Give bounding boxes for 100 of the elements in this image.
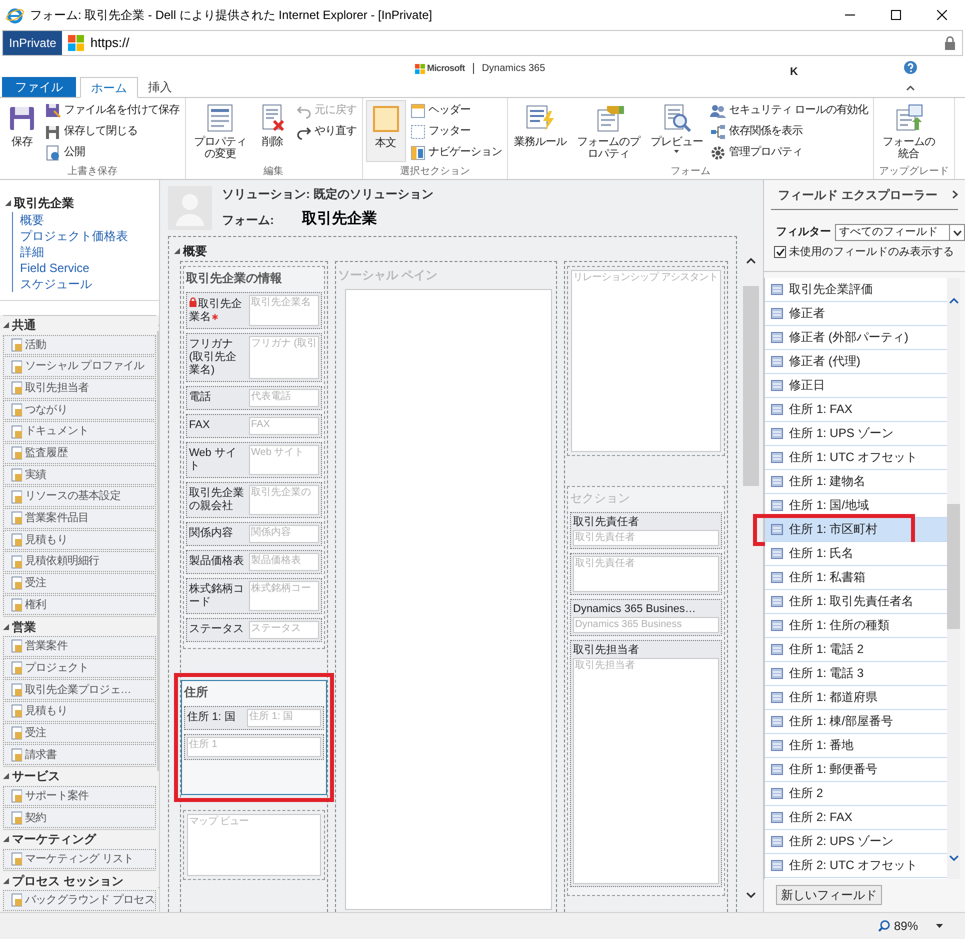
nav-item[interactable]: つながり <box>3 400 156 420</box>
ribbon-button[interactable]: 業務ルール <box>511 100 570 162</box>
field-list-item[interactable]: 住所 1: UTC オフセット <box>765 446 947 470</box>
address-field[interactable]: https:// <box>90 33 130 53</box>
nav-link[interactable]: プロジェクト価格表 <box>20 228 159 244</box>
nav-item[interactable]: 取引先担当者 <box>3 378 156 399</box>
new-field-button[interactable]: 新しいフィールド <box>776 884 882 904</box>
field-list-item[interactable]: 住所 1: UPS ゾーン <box>765 422 947 446</box>
expand-icon[interactable] <box>174 248 180 254</box>
ribbon-button[interactable]: ファイル名を付けて保存 <box>43 100 182 121</box>
ribbon-button[interactable]: やり直す <box>294 121 358 142</box>
nav-item[interactable]: 見積依頼明細行 <box>3 551 156 572</box>
field-list-item[interactable]: 住所 1: 棟/部屋番号 <box>765 710 947 734</box>
nav-item[interactable]: 取引先企業プロジェ… <box>3 679 156 700</box>
ribbon-button[interactable]: ヘッダー <box>408 100 504 121</box>
nav-item[interactable]: ドキュメント <box>3 421 156 442</box>
nav-link[interactable]: Field Service <box>20 260 159 276</box>
nav-item[interactable]: 見積もり <box>3 701 156 722</box>
nav-item[interactable]: 請求書 <box>3 744 156 766</box>
nav-item[interactable]: 実績 <box>3 464 156 486</box>
nav-item[interactable]: 見積もり <box>3 530 156 550</box>
field-list-item[interactable]: 住所 1: 都道府県 <box>765 686 947 710</box>
nav-link[interactable]: 詳細 <box>20 244 159 260</box>
expand-icon[interactable] <box>3 624 9 630</box>
field-list-item[interactable]: 修正者 (代理) <box>765 350 947 374</box>
nav-item[interactable]: 契約 <box>3 807 156 828</box>
nav-group-heading[interactable]: サービス <box>12 767 60 786</box>
expand-icon[interactable] <box>3 773 9 780</box>
nav-group-heading[interactable]: 共通 <box>12 316 36 334</box>
ribbon-button[interactable]: 保存 <box>3 100 41 162</box>
field-list-item[interactable]: 住所 1: 私書箱 <box>765 566 947 590</box>
field-list-item[interactable]: 住所 1: 取引先責任者名 <box>765 590 947 614</box>
expand-icon[interactable] <box>3 878 9 884</box>
ribbon-tab[interactable]: ホーム <box>80 77 138 98</box>
field-list-item[interactable]: 住所 1: 番地 <box>765 734 947 758</box>
collapse-icon[interactable] <box>906 85 915 91</box>
ribbon-button[interactable]: 管理プロパティ <box>708 142 870 163</box>
ribbon-button[interactable]: 削除 <box>254 100 292 162</box>
nav-item[interactable]: マーケティング リスト <box>3 848 156 870</box>
field-list-item[interactable]: 住所 1: FAX <box>765 398 947 422</box>
expand-icon[interactable] <box>3 322 9 328</box>
nav-item[interactable]: 権利 <box>3 594 156 616</box>
nav-item[interactable]: 活動 <box>3 334 156 356</box>
field-list-item[interactable]: 修正日 <box>765 374 947 398</box>
nav-item[interactable]: 営業案件 <box>3 636 156 657</box>
scrollbar-thumb[interactable] <box>743 286 759 486</box>
field-list-item[interactable]: 住所 1: 建物名 <box>765 470 947 494</box>
nav-group-heading[interactable]: マーケティング <box>12 830 96 848</box>
nav-item[interactable]: ソーシャル プロファイル <box>3 356 156 378</box>
ribbon-button[interactable]: フッター <box>408 121 504 142</box>
expand-icon[interactable] <box>5 200 11 206</box>
nav-item[interactable]: バックグラウンド プロセス <box>3 890 156 911</box>
nav-item[interactable]: 受注 <box>3 722 156 744</box>
tab-heading[interactable]: 概要 <box>183 242 207 260</box>
ribbon-button[interactable]: 保存して閉じる <box>43 121 182 142</box>
field-list-item[interactable]: 住所 1: 住所の種類 <box>765 614 947 638</box>
ribbon-button[interactable]: プロパティの変更 <box>188 100 252 162</box>
ribbon-button[interactable]: 本文 <box>366 100 406 162</box>
field-list-item[interactable]: 住所 2: UPS ゾーン <box>765 830 947 854</box>
nav-item[interactable]: 受注 <box>3 573 156 594</box>
nav-item[interactable]: 監査履歴 <box>3 443 156 464</box>
field-list-item[interactable]: 住所 2: FAX <box>765 806 947 830</box>
nav-item[interactable]: サポート案件 <box>3 786 156 806</box>
nav-link[interactable]: 概要 <box>20 212 159 228</box>
ribbon-button[interactable]: フォームの統合 <box>877 100 940 162</box>
field-list-item[interactable]: 住所 1: 氏名 <box>765 542 947 566</box>
field-list-item[interactable]: 住所 1: 電話 2 <box>765 638 947 662</box>
field-list-item[interactable]: 住所 1: 電話 3 <box>765 662 947 686</box>
ribbon-tab[interactable]: ファイル <box>2 77 76 97</box>
ribbon-button[interactable]: セキュリティ ロールの有効化 <box>708 100 870 121</box>
ribbon-tab[interactable]: 挿入 <box>138 77 182 97</box>
user-name[interactable]: K <box>790 64 798 80</box>
checkbox[interactable] <box>774 246 786 258</box>
nav-link[interactable]: スケジュール <box>20 276 159 292</box>
ribbon-button[interactable]: プレビュー <box>648 100 706 162</box>
group-label: 選択セクション <box>398 165 471 179</box>
expand-panel-icon[interactable] <box>952 190 958 199</box>
field-list-item[interactable]: 住所 1: 市区町村 <box>765 518 947 542</box>
nav-group-heading[interactable]: プロセス セッション <box>12 872 124 890</box>
field-icon <box>771 284 783 294</box>
tree-heading[interactable]: 取引先企業 <box>14 194 74 212</box>
ribbon-button[interactable]: 依存関係を表示 <box>708 121 870 142</box>
filter-dropdown[interactable]: すべてのフィールド <box>835 224 965 241</box>
nav-item[interactable]: 営業案件品目 <box>3 508 156 529</box>
nav-item[interactable]: プロジェクト <box>3 658 156 678</box>
field-list-item[interactable]: 住所 2: UTC オフセット <box>765 854 947 878</box>
ribbon-button[interactable]: ナビゲーション <box>408 142 504 163</box>
nav-group-heading[interactable]: 営業 <box>12 618 36 636</box>
field-list-item[interactable]: 住所 2 <box>765 782 947 806</box>
field-list-item[interactable]: 修正者 <box>765 302 947 326</box>
expand-icon[interactable] <box>3 836 9 842</box>
field-list-item[interactable]: 住所 1: 郵便番号 <box>765 758 947 782</box>
zoom-control[interactable]: 89% <box>878 917 943 935</box>
ribbon-button[interactable]: フォームのプロパティ <box>572 100 646 162</box>
scrollbar[interactable] <box>947 278 960 878</box>
scrollbar-thumb[interactable] <box>947 504 960 628</box>
help-icon[interactable] <box>904 61 917 74</box>
field-list-item[interactable]: 修正者 (外部パーティ) <box>765 326 947 350</box>
ribbon-button[interactable]: 公開 <box>43 142 182 163</box>
nav-item[interactable]: リソースの基本設定 <box>3 486 156 508</box>
